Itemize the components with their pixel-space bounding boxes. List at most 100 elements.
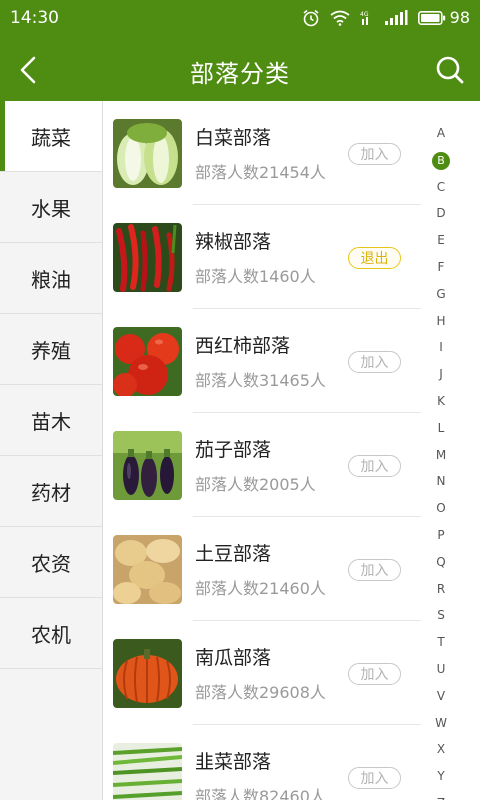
index-letter-k[interactable]: K bbox=[421, 391, 461, 411]
tribe-member-count: 部落人数1460人 bbox=[195, 267, 316, 286]
index-letter-w[interactable]: W bbox=[421, 713, 461, 733]
cabbage-image bbox=[113, 119, 182, 188]
index-letter-label: V bbox=[436, 688, 446, 703]
battery-level: 98 bbox=[449, 8, 470, 27]
index-letter-g[interactable]: G bbox=[421, 284, 461, 304]
index-letter-n[interactable]: N bbox=[421, 471, 461, 491]
index-letter-e[interactable]: E bbox=[421, 230, 461, 250]
eggplant-image bbox=[113, 431, 182, 500]
index-letter-c[interactable]: C bbox=[421, 177, 461, 197]
search-button[interactable] bbox=[430, 50, 470, 90]
index-letter-label: O bbox=[436, 501, 446, 516]
index-letter-o[interactable]: O bbox=[421, 498, 461, 518]
category-item-grain-oil[interactable]: 粮油 bbox=[0, 243, 102, 314]
category-item-fruits[interactable]: 水果 bbox=[0, 172, 102, 243]
status-icons: 4G 98 bbox=[302, 8, 470, 27]
index-letter-a[interactable]: A bbox=[421, 123, 461, 143]
index-letter-j[interactable]: J bbox=[421, 364, 461, 384]
join-button[interactable]: 加入 bbox=[348, 767, 401, 789]
index-letter-z[interactable]: Z bbox=[421, 793, 461, 800]
wifi-icon bbox=[330, 10, 350, 26]
tribe-row[interactable]: 南瓜部落 部落人数29608人 加入 bbox=[103, 621, 421, 725]
index-letter-label: E bbox=[437, 233, 445, 248]
index-letter-label: K bbox=[437, 394, 445, 408]
category-label: 农机 bbox=[31, 622, 71, 647]
index-letter-label: J bbox=[439, 367, 443, 382]
index-letter-label: A bbox=[436, 126, 446, 140]
index-letter-label: N bbox=[436, 474, 446, 489]
tribe-row[interactable]: 韭菜部落 部落人数82460人 加入 bbox=[103, 725, 421, 800]
pumpkin-image bbox=[113, 639, 182, 708]
category-sidebar: 蔬菜 水果 粮油 养殖 苗木 药材 农资 农机 bbox=[0, 101, 103, 800]
alphabet-index[interactable]: ABCDEFGHIJKLMNOPQRSTUVWXY Z bbox=[421, 101, 480, 800]
tribe-member-count: 部落人数31465人 bbox=[195, 371, 326, 390]
index-letter-label: C bbox=[436, 179, 446, 194]
category-label: 养殖 bbox=[31, 338, 71, 363]
join-button[interactable]: 加入 bbox=[348, 455, 401, 477]
category-item-breeding[interactable]: 养殖 bbox=[0, 314, 102, 385]
index-letter-r[interactable]: R bbox=[421, 579, 461, 599]
category-label: 粮油 bbox=[31, 267, 71, 292]
tribe-row[interactable]: 辣椒部落 部落人数1460人 退出 bbox=[103, 205, 421, 309]
category-item-machinery[interactable]: 农机 bbox=[0, 598, 102, 669]
index-letter-label: X bbox=[436, 742, 446, 757]
index-letter-label: L bbox=[437, 420, 445, 435]
category-label: 蔬菜 bbox=[31, 125, 71, 150]
cell-signal-icon bbox=[384, 9, 408, 26]
index-letter-d[interactable]: D bbox=[421, 203, 461, 223]
index-letter-l[interactable]: L bbox=[421, 418, 461, 438]
page-title: 部落分类 bbox=[190, 60, 290, 88]
join-button[interactable]: 加入 bbox=[348, 559, 401, 581]
tribe-row[interactable]: 西红柿部落 部落人数31465人 加入 bbox=[103, 309, 421, 413]
category-item-seedlings[interactable]: 苗木 bbox=[0, 385, 102, 456]
index-letter-label: Y bbox=[437, 769, 445, 784]
join-button[interactable]: 加入 bbox=[348, 143, 401, 165]
index-letter-h[interactable]: H bbox=[421, 311, 461, 331]
index-letter-y[interactable]: Y bbox=[421, 766, 461, 786]
index-letter-label: Q bbox=[436, 554, 446, 569]
join-button[interactable]: 加入 bbox=[348, 663, 401, 685]
index-letter-label: U bbox=[436, 662, 446, 676]
status-bar: 14:30 4G 98 bbox=[0, 0, 480, 38]
tribe-name: 南瓜部落 bbox=[195, 647, 272, 669]
app-header: 部落分类 bbox=[0, 38, 480, 101]
index-letter-label: G bbox=[436, 286, 446, 301]
index-letter-u[interactable]: U bbox=[421, 659, 461, 679]
index-letter-label: H bbox=[436, 313, 446, 328]
tribe-member-count: 部落人数29608人 bbox=[195, 683, 326, 702]
leave-button[interactable]: 退出 bbox=[348, 247, 401, 269]
tribe-name: 辣椒部落 bbox=[195, 231, 272, 253]
index-letter-f[interactable]: F bbox=[421, 257, 461, 277]
index-letter-x[interactable]: X bbox=[421, 739, 461, 759]
index-letter-i[interactable]: I bbox=[421, 337, 461, 357]
tribe-row[interactable]: 土豆部落 部落人数21460人 加入 bbox=[103, 517, 421, 621]
index-letter-s[interactable]: S bbox=[421, 605, 461, 625]
category-item-supplies[interactable]: 农资 bbox=[0, 527, 102, 598]
index-letter-m[interactable]: M bbox=[421, 445, 461, 465]
battery-icon bbox=[417, 10, 446, 25]
index-letter-q[interactable]: Q bbox=[421, 552, 461, 572]
tribe-row[interactable]: 茄子部落 部落人数2005人 加入 bbox=[103, 413, 421, 517]
category-item-herbs[interactable]: 药材 bbox=[0, 456, 102, 527]
index-letter-label: W bbox=[435, 715, 447, 730]
category-item-vegetables[interactable]: 蔬菜 bbox=[0, 101, 102, 172]
tribe-row[interactable]: 白菜部落 部落人数21454人 加入 bbox=[103, 101, 421, 205]
index-letter-label: F bbox=[437, 260, 445, 274]
join-button[interactable]: 加入 bbox=[348, 351, 401, 373]
index-letter-label: I bbox=[439, 340, 443, 355]
potato-image bbox=[113, 535, 182, 604]
tribe-member-count: 部落人数21460人 bbox=[195, 579, 326, 598]
index-letter-p[interactable]: P bbox=[421, 525, 461, 545]
search-icon bbox=[436, 56, 464, 84]
tribe-name: 土豆部落 bbox=[195, 543, 272, 565]
category-label: 苗木 bbox=[31, 409, 71, 434]
category-label: 水果 bbox=[31, 196, 71, 221]
index-letter-label: D bbox=[436, 206, 446, 221]
tribe-name: 韭菜部落 bbox=[195, 751, 272, 773]
category-label: 药材 bbox=[31, 480, 71, 505]
index-letter-v[interactable]: V bbox=[421, 686, 461, 706]
index-letter-t[interactable]: T bbox=[421, 632, 461, 652]
tribe-name: 白菜部落 bbox=[195, 127, 272, 149]
index-letter-label: M bbox=[435, 447, 447, 462]
index-letter-b[interactable]: B bbox=[421, 150, 461, 170]
